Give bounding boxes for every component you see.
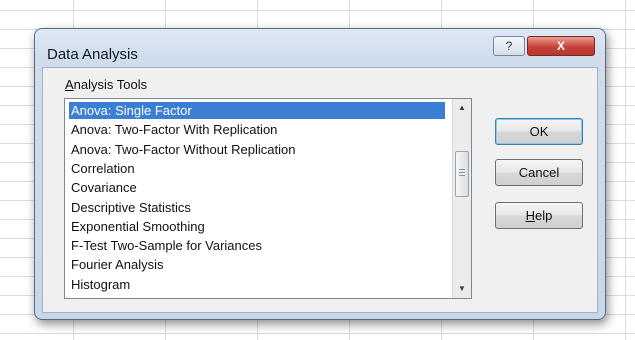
list-item[interactable]: Descriptive Statistics [69, 199, 445, 216]
close-icon[interactable]: X [527, 36, 595, 56]
help-button-accelerator: H [525, 208, 536, 223]
analysis-tools-list[interactable]: Anova: Single Factor Anova: Two-Factor Wi… [64, 98, 472, 299]
list-item[interactable]: Correlation [69, 160, 445, 177]
list-item[interactable]: Exponential Smoothing [69, 218, 445, 235]
analysis-tools-label: Analysis Tools [65, 77, 147, 92]
thumb-grip-icon [459, 169, 465, 177]
list-item[interactable]: Anova: Two-Factor Without Replication [69, 141, 445, 158]
analysis-tools-label-accelerator: A [65, 77, 74, 92]
analysis-tools-label-text: nalysis Tools [73, 77, 148, 92]
scrollbar-thumb[interactable] [455, 151, 469, 197]
list-item[interactable]: Anova: Two-Factor With Replication [69, 121, 445, 138]
help-icon[interactable]: ? [493, 36, 525, 56]
list-item[interactable]: F-Test Two-Sample for Variances [69, 237, 445, 254]
dialog-body: Analysis Tools Anova: Single Factor Anova… [42, 67, 598, 313]
list-item[interactable]: Fourier Analysis [69, 256, 445, 273]
title-bar: Data Analysis ? X [35, 29, 605, 71]
help-button[interactable]: Help [495, 202, 583, 229]
data-analysis-dialog: Data Analysis ? X Analysis Tools Anova: … [34, 28, 606, 320]
ok-button[interactable]: OK [495, 118, 583, 145]
list-item[interactable]: Covariance [69, 179, 445, 196]
list-item[interactable]: Histogram [69, 276, 445, 293]
chevron-up-icon[interactable]: ▲ [453, 99, 471, 117]
list-item[interactable]: Anova: Single Factor [69, 102, 445, 119]
cancel-button[interactable]: Cancel [495, 159, 583, 186]
list-scrollbar[interactable]: ▲ ▼ [452, 99, 471, 298]
chevron-down-icon[interactable]: ▼ [453, 280, 471, 298]
help-button-text: elp [535, 208, 553, 223]
dialog-title: Data Analysis [47, 46, 138, 63]
